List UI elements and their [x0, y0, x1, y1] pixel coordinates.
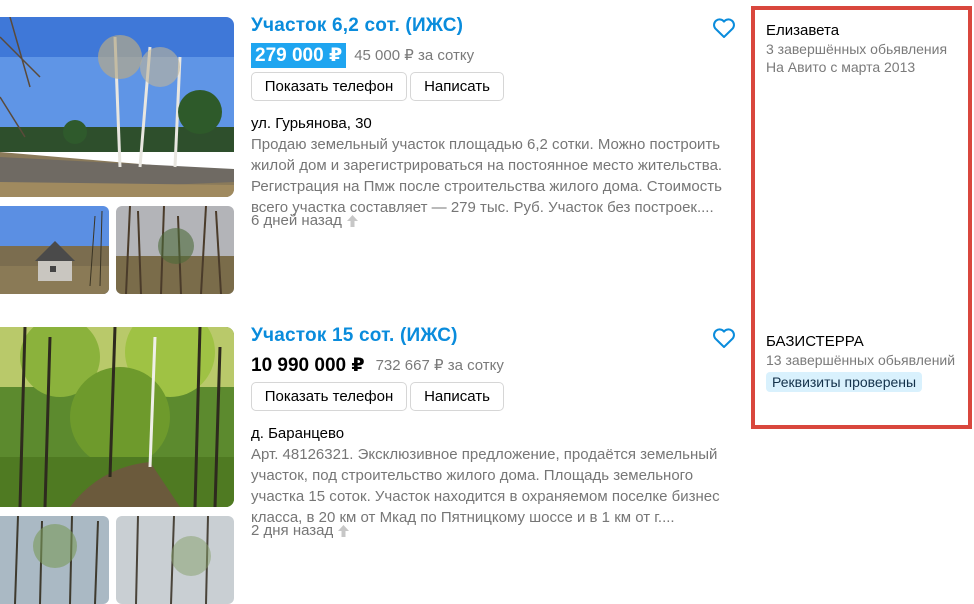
listing-main-photo[interactable]: [0, 327, 234, 507]
seller-name[interactable]: БАЗИСТЕРРА: [766, 332, 955, 351]
listing-card: Участок 6,2 сот. (ИЖС) 279 000 ₽ 45 000 …: [0, 0, 745, 300]
raise-arrow-icon: [337, 524, 350, 538]
listing-description: Арт. 48126321. Эксклюзивное предложение,…: [251, 446, 720, 526]
raise-arrow-icon: [346, 214, 359, 228]
write-message-button[interactable]: Написать: [410, 382, 504, 411]
verified-details-badge: Реквизиты проверены: [766, 372, 923, 392]
listing-thumbnail[interactable]: [116, 516, 234, 604]
listing-date: 6 дней назад: [251, 212, 359, 229]
listing-thumbnail[interactable]: [0, 516, 109, 604]
seller-block: БАЗИСТЕРРА 13 завершённых обьявлений Рек…: [766, 332, 955, 392]
show-phone-button[interactable]: Показать телефон: [251, 72, 407, 101]
listing-date-text: 6 дней назад: [251, 212, 342, 229]
price-per-sotka: 45 000 ₽ за сотку: [354, 47, 475, 64]
listing-date: 2 дня назад: [251, 522, 350, 539]
write-message-button[interactable]: Написать: [410, 72, 504, 101]
listing-title[interactable]: Участок 15 сот. (ИЖС): [251, 325, 458, 347]
listing-title[interactable]: Участок 6,2 сот. (ИЖС): [251, 15, 463, 37]
listing-thumbnail[interactable]: [0, 206, 109, 294]
seller-info-panel: Елизавета 3 завершённых обьявления На Ав…: [751, 6, 972, 429]
price-per-sotka: 732 667 ₽ за сотку: [375, 357, 504, 374]
heart-icon[interactable]: [712, 327, 736, 349]
listing-main-photo[interactable]: [0, 17, 234, 197]
listing-card: Участок 15 сот. (ИЖС) 10 990 000 ₽ 732 6…: [0, 310, 745, 604]
listing-thumbnail[interactable]: [116, 206, 234, 294]
seller-block: Елизавета 3 завершённых обьявления На Ав…: [766, 21, 947, 76]
show-phone-button[interactable]: Показать телефон: [251, 382, 407, 411]
seller-since: На Авито с марта 2013: [766, 59, 916, 75]
listing-price: 10 990 000 ₽: [251, 354, 365, 376]
seller-completed-ads: 13 завершённых обьявлений: [766, 352, 956, 368]
listing-price: 279 000 ₽: [251, 42, 347, 68]
listing-description: Продаю земельный участок площадью 6,2 со…: [251, 136, 723, 216]
seller-name[interactable]: Елизавета: [766, 21, 947, 40]
heart-icon[interactable]: [712, 17, 736, 39]
listing-address: д. Баранцево: [251, 425, 345, 442]
listing-date-text: 2 дня назад: [251, 522, 334, 539]
seller-completed-ads: 3 завершённых обьявления: [766, 41, 948, 57]
listing-address: ул. Гурьянова, 30: [251, 115, 372, 132]
